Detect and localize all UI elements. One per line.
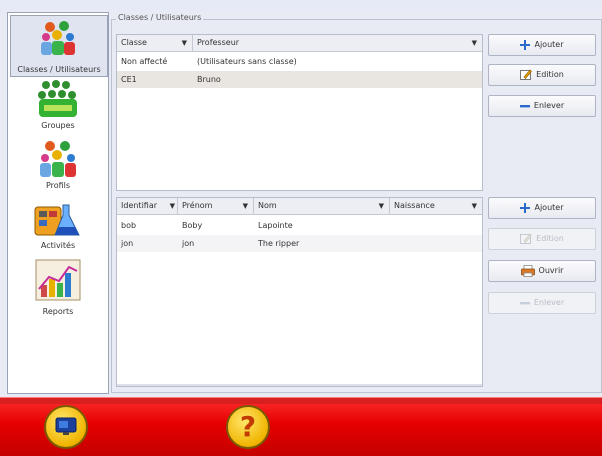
help-button[interactable]: ? [226, 405, 270, 449]
column-label: Naissance [394, 201, 435, 210]
table-row-selected[interactable]: CE1 Bruno [117, 71, 482, 88]
button-label: Enlever [533, 101, 565, 110]
sidebar-item-profils[interactable]: Profils [8, 139, 108, 197]
chevron-down-icon: ▼ [378, 202, 384, 210]
chevron-down-icon: ▼ [471, 39, 477, 47]
column-label: Classe [121, 38, 147, 47]
top-bar [0, 0, 602, 10]
minus-icon [519, 104, 530, 107]
reports-chart-icon [35, 259, 81, 301]
column-header-nom[interactable]: Nom ▼ [254, 198, 390, 214]
column-label: Identifiar [121, 201, 158, 210]
column-header-classe[interactable]: Classe ▼ [117, 35, 193, 51]
plus-icon [520, 39, 531, 50]
cell-classe: CE1 [121, 75, 137, 84]
chevron-down-icon: ▼ [169, 202, 175, 210]
column-label: Nom [258, 201, 277, 210]
cell-nom: The ripper [258, 239, 300, 248]
bottom-bar-strip [0, 397, 602, 404]
button-label: Ajouter [534, 203, 564, 212]
sidebar-item-label: Profils [45, 181, 71, 190]
cell-professeur: (Utilisateurs sans classe) [197, 57, 297, 66]
users-table-header: Identifiar ▼ Prénom ▼ Nom ▼ Naissance ▼ [117, 198, 482, 215]
sidebar-item-classes-users[interactable]: Classes / Utilisateurs [10, 15, 108, 77]
screen-icon [55, 417, 77, 435]
cell-identifiant: bob [121, 221, 137, 230]
users-icon [41, 21, 75, 55]
sidebar-item-activites[interactable]: Activités [8, 199, 108, 257]
remove-user-button[interactable]: Enlever [488, 292, 596, 314]
column-header-naissance[interactable]: Naissance ▼ [390, 198, 482, 214]
chevron-down-icon: ▼ [181, 39, 187, 47]
plus-icon [520, 202, 531, 213]
open-user-button[interactable]: Ouvrir [488, 260, 596, 282]
sidebar-item-label: Classes / Utilisateurs [17, 65, 101, 74]
chevron-down-icon: ▼ [471, 202, 477, 210]
profiles-icon [40, 141, 76, 177]
bottom-bar: ? [0, 397, 602, 456]
cell-prenom: jon [182, 239, 195, 248]
table-row[interactable]: jon jon The ripper [117, 235, 482, 252]
chevron-down-icon: ▼ [242, 202, 248, 210]
cell-professeur: Bruno [197, 75, 221, 84]
edit-class-button[interactable]: Edition [488, 64, 596, 86]
cell-prenom: Boby [182, 221, 203, 230]
cell-nom: Lapointe [258, 221, 293, 230]
button-label: Ouvrir [538, 266, 564, 275]
users-table: Identifiar ▼ Prénom ▼ Nom ▼ Naissance ▼ … [116, 197, 483, 387]
column-header-identifiant[interactable]: Identifiar ▼ [117, 198, 178, 214]
button-label: Edition [536, 234, 564, 243]
table-row[interactable]: bob Boby Lapointe [117, 217, 482, 234]
sidebar-item-reports[interactable]: Reports [8, 259, 108, 317]
activities-icon [34, 204, 80, 236]
classes-table: Classe ▼ Professeur ▼ Non affecté (Utili… [116, 34, 483, 191]
screen-button[interactable] [44, 405, 88, 449]
cell-identifiant: jon [121, 239, 134, 248]
sidebar-item-label: Activités [40, 241, 76, 250]
edit-icon [520, 69, 533, 80]
add-user-button[interactable]: Ajouter [488, 197, 596, 219]
sidebar-item-label: Groupes [41, 121, 75, 130]
help-icon: ? [239, 410, 257, 443]
cell-classe: Non affecté [121, 57, 168, 66]
printer-icon [520, 264, 535, 277]
column-label: Professeur [197, 38, 240, 47]
remove-class-button[interactable]: Enlever [488, 95, 596, 117]
minus-icon [519, 301, 530, 304]
edit-icon [520, 233, 533, 244]
table-row[interactable]: Non affecté (Utilisateurs sans classe) [117, 53, 482, 70]
sidebar: Classes / Utilisateurs Groupes Profils A… [7, 12, 109, 394]
sidebar-item-label: Reports [42, 307, 74, 316]
sidebar-item-groupes[interactable]: Groupes [8, 79, 108, 137]
button-label: Enlever [533, 298, 565, 307]
table-scroll-edge [117, 384, 482, 386]
edit-user-button[interactable]: Edition [488, 228, 596, 250]
classes-table-header: Classe ▼ Professeur ▼ [117, 35, 482, 52]
column-header-prenom[interactable]: Prénom ▼ [178, 198, 254, 214]
button-label: Ajouter [534, 40, 564, 49]
column-header-professeur[interactable]: Professeur ▼ [193, 35, 482, 51]
add-class-button[interactable]: Ajouter [488, 34, 596, 56]
column-label: Prénom [182, 201, 213, 210]
button-label: Edition [536, 70, 564, 79]
groups-icon [38, 80, 77, 117]
groupbox-title: Classes / Utilisateurs [116, 13, 204, 22]
